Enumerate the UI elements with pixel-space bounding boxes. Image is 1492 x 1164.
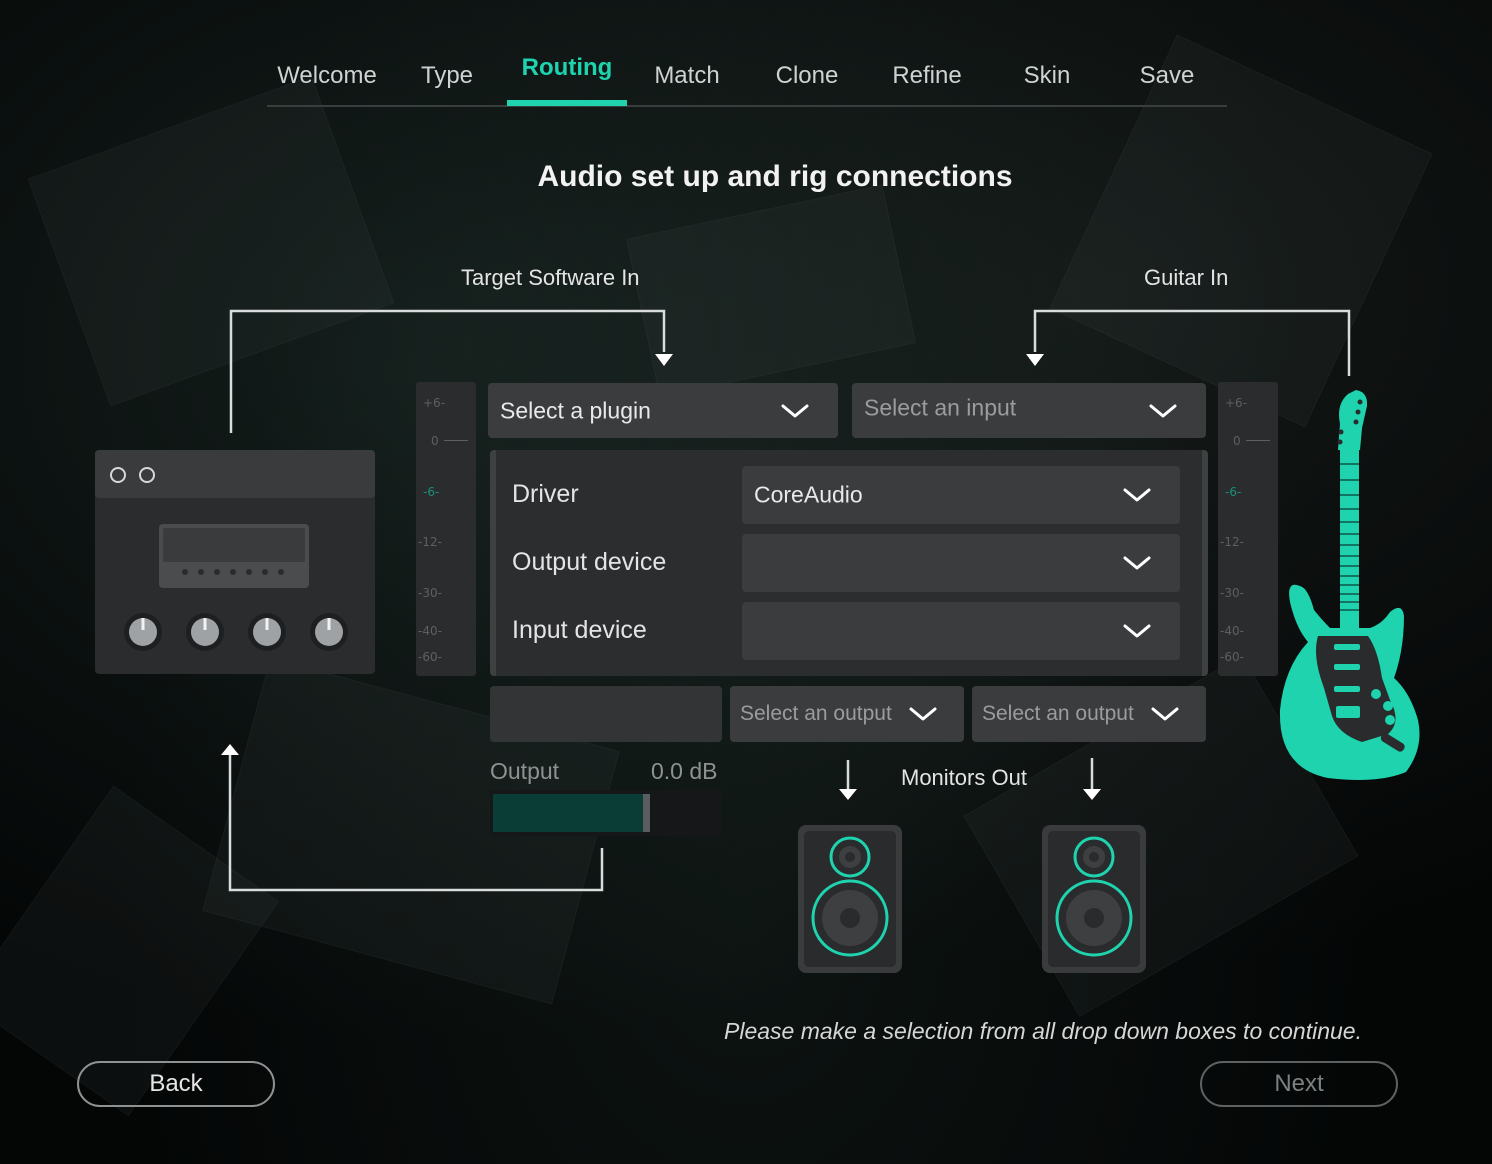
meter-mark: -40- (1220, 624, 1244, 638)
meter-mark: -30- (418, 586, 442, 600)
output-device-label: Output device (512, 548, 667, 576)
amp-head-icon (95, 450, 375, 651)
chevron-down-icon (1123, 556, 1151, 570)
input-device-select[interactable] (742, 602, 1180, 660)
chevron-down-icon (1123, 624, 1151, 638)
chevron-down-icon (1149, 404, 1177, 417)
speaker-icon (1042, 825, 1146, 973)
meter-mark: +6- (423, 396, 446, 410)
back-button[interactable]: Back (77, 1061, 275, 1107)
output-label: Output (490, 758, 560, 784)
chevron-down-icon (1123, 488, 1151, 502)
output-value: 0.0 dB (651, 758, 718, 784)
plugin-select[interactable]: Select a plugin (488, 383, 838, 438)
output-level-slider[interactable] (490, 790, 722, 836)
driver-select-value: CoreAudio (754, 481, 863, 508)
left-monitor-output-select[interactable]: Select an output (730, 686, 964, 742)
selection-hint: Please make a selection from all drop do… (724, 1018, 1362, 1044)
driver-select[interactable]: CoreAudio (742, 466, 1180, 524)
output-level-handle[interactable] (643, 794, 650, 832)
next-button[interactable]: Next (1200, 1061, 1398, 1107)
guitar-input-select-value: Select an input (864, 394, 1017, 421)
monitors-out-label: Monitors Out (901, 765, 1027, 790)
meter-mark: -40- (418, 624, 442, 638)
output-device-select[interactable] (742, 534, 1180, 592)
right-monitor-output-select[interactable]: Select an output (972, 686, 1206, 742)
meter-mark: +6- (1225, 396, 1248, 410)
input-device-label: Input device (512, 616, 647, 644)
electric-guitar-icon (1279, 390, 1420, 780)
meter-mark: 0 (1233, 434, 1241, 448)
output-blank-field (490, 686, 722, 742)
input-level-meter-right: +6- 0 -6- -12- -30- -40- -60- (1218, 382, 1278, 676)
meter-mark: -60- (418, 650, 442, 664)
output-level-fill (493, 794, 647, 832)
meter-mark: -12- (1220, 535, 1244, 549)
chevron-down-icon (781, 404, 809, 417)
chevron-down-icon (909, 707, 937, 721)
guitar-input-select[interactable]: Select an input (852, 383, 1206, 438)
meter-mark: -6- (423, 485, 440, 499)
left-monitor-output-value: Select an output (740, 702, 892, 725)
chevron-down-icon (1151, 707, 1179, 721)
meter-mark: -60- (1220, 650, 1244, 664)
meter-mark: -30- (1220, 586, 1244, 600)
meter-mark: -6- (1225, 485, 1242, 499)
right-monitor-output-value: Select an output (982, 702, 1134, 725)
driver-label: Driver (512, 480, 579, 508)
meter-mark: -12- (418, 535, 442, 549)
meter-mark: 0 (431, 434, 439, 448)
amp-panel (95, 450, 375, 674)
audio-settings-panel: Driver CoreAudio Output device Input dev… (490, 450, 1208, 676)
speaker-icon (798, 825, 902, 973)
input-level-meter-left: +6- 0 -6- -12- -30- -40- -60- (416, 382, 476, 676)
plugin-select-value: Select a plugin (500, 397, 651, 423)
